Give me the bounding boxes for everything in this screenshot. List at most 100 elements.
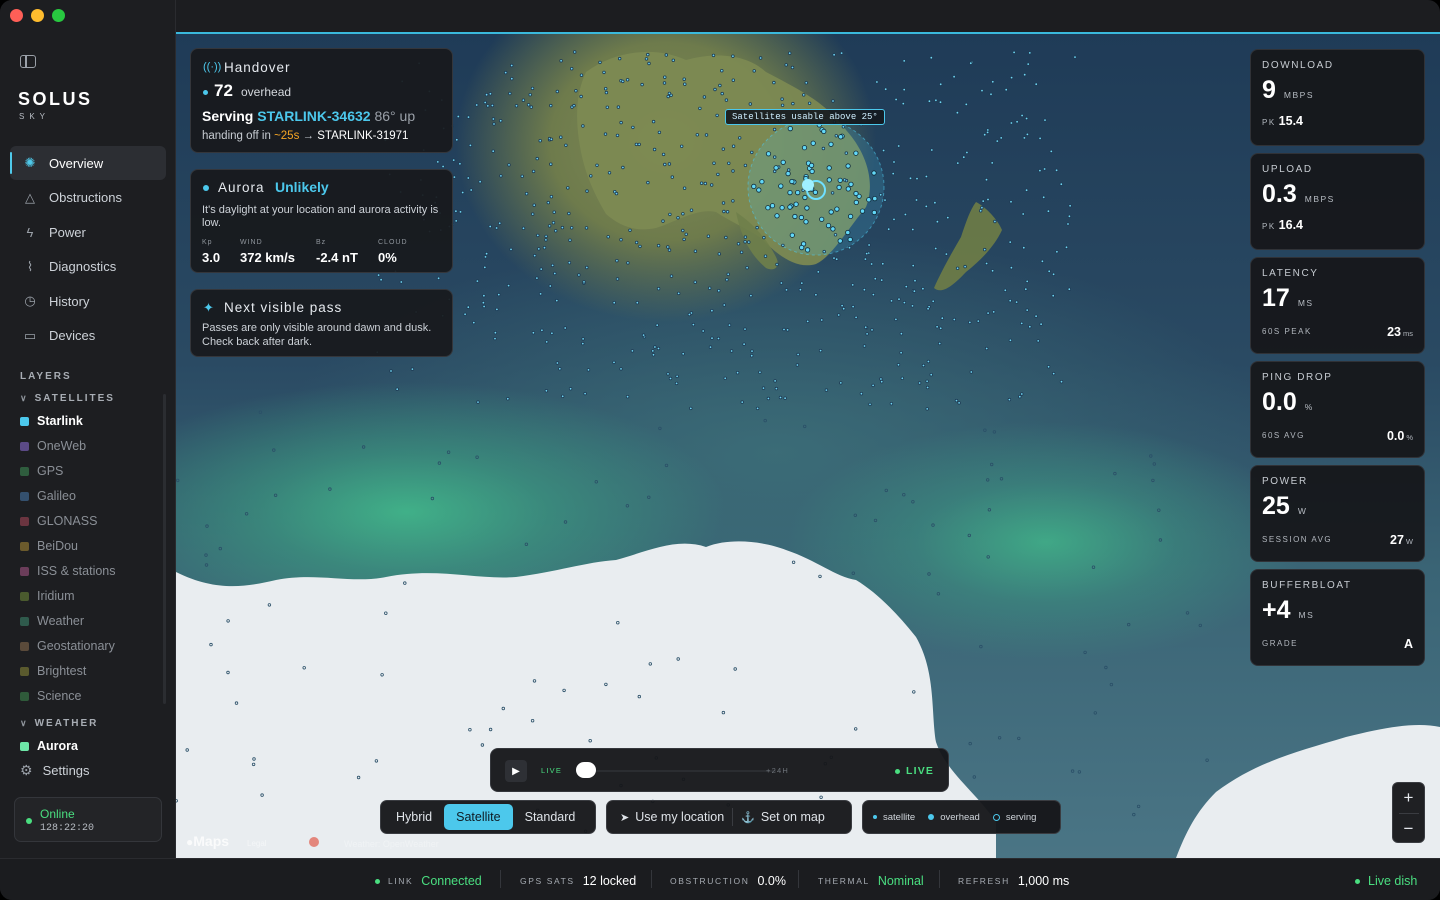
live-button[interactable]: LIVE bbox=[906, 765, 934, 777]
nav-item-obstructions[interactable]: △ Obstructions bbox=[10, 181, 166, 215]
satellite-dot bbox=[839, 51, 844, 55]
map-type-standard[interactable]: Standard bbox=[513, 804, 588, 830]
live-dish-status[interactable]: Live dish bbox=[1355, 874, 1417, 888]
use-my-location-button[interactable]: ➤ Use my location bbox=[610, 804, 732, 830]
timeline-track[interactable] bbox=[576, 770, 776, 772]
layer-starlink[interactable]: Starlink bbox=[20, 414, 83, 428]
satellite-dot bbox=[802, 93, 806, 97]
nav-item-devices[interactable]: ▭ Devices bbox=[10, 319, 166, 353]
satellite-dot bbox=[756, 187, 762, 193]
nav-item-power[interactable]: ϟ Power bbox=[10, 215, 166, 249]
satellite-dot bbox=[647, 61, 651, 66]
zoom-out-button[interactable]: − bbox=[1393, 814, 1424, 844]
serving-satellite[interactable]: STARLINK-34632 bbox=[257, 108, 370, 124]
satellite-dot bbox=[573, 50, 577, 54]
nav-item-diagnostics[interactable]: ⌇ Diagnostics bbox=[10, 250, 166, 284]
layer-weather[interactable]: Weather bbox=[20, 614, 84, 628]
satellite-dot bbox=[1136, 804, 1141, 809]
nav-item-overview[interactable]: ✺ Overview bbox=[10, 146, 166, 180]
settings-button[interactable]: ⚙ Settings bbox=[20, 762, 90, 779]
layer-geostationary[interactable]: Geostationary bbox=[20, 639, 115, 653]
satellite-dot bbox=[972, 775, 976, 779]
metric-card-download[interactable]: DOWNLOAD 9 MBPS PK 15.4 bbox=[1250, 49, 1425, 146]
aurora-stat-key: Kp bbox=[202, 239, 213, 246]
satellite-dot bbox=[652, 147, 657, 152]
satellite-dot bbox=[851, 571, 855, 575]
metric-value: 25 W bbox=[1262, 492, 1307, 521]
satellite-dot bbox=[616, 105, 621, 109]
nav-item-label: History bbox=[49, 293, 90, 309]
layer-oneweb[interactable]: OneWeb bbox=[20, 439, 86, 453]
divider bbox=[798, 870, 799, 888]
satellite-dot bbox=[1049, 149, 1053, 154]
satellite-dot bbox=[666, 245, 670, 249]
satellite-dot bbox=[938, 100, 943, 104]
satellite-dot bbox=[540, 328, 544, 332]
nav-item-history[interactable]: ◷ History bbox=[10, 284, 166, 318]
status-bar: LINK Connected GPS SATS 12 locked OBSTRU… bbox=[0, 858, 1440, 900]
satellite-dot bbox=[1025, 279, 1029, 284]
satellite-dot bbox=[837, 313, 841, 317]
layer-swatch bbox=[20, 516, 29, 526]
handover-title: Handover bbox=[224, 60, 291, 75]
metric-card-power[interactable]: POWER 25 W SESSION AVG 27 W bbox=[1250, 465, 1425, 562]
metric-card-ping-drop[interactable]: PING DROP 0.0% 60S AVG 0.0% bbox=[1250, 361, 1425, 458]
satellite-dot bbox=[838, 134, 844, 140]
satellite-dot bbox=[783, 396, 787, 400]
satellite-dot bbox=[272, 448, 276, 452]
weather-group-toggle[interactable]: ∨ WEATHER bbox=[20, 718, 98, 729]
zoom-in-button[interactable]: + bbox=[1393, 783, 1424, 813]
satellite-dot bbox=[563, 326, 567, 330]
satellite-dot bbox=[499, 119, 503, 123]
layers-scrollbar[interactable] bbox=[163, 394, 166, 704]
layer-beidou[interactable]: BeiDou bbox=[20, 539, 78, 553]
layer-gps[interactable]: GPS bbox=[20, 464, 63, 478]
layer-science[interactable]: Science bbox=[20, 689, 81, 703]
satellite-dot bbox=[991, 80, 995, 84]
legend-serving-swatch bbox=[992, 813, 1000, 821]
satellite-dot bbox=[981, 199, 985, 203]
play-button[interactable]: ▶ bbox=[505, 760, 527, 782]
metric-card-upload[interactable]: UPLOAD 0.3 MBPS PK 16.4 bbox=[1250, 153, 1425, 250]
satellite-dot bbox=[836, 184, 842, 190]
satellite-dot bbox=[663, 162, 667, 167]
divider bbox=[651, 870, 652, 888]
triangle-icon: △ bbox=[25, 189, 35, 205]
sidebar-toggle-icon[interactable] bbox=[20, 55, 36, 68]
set-on-map-button[interactable]: ⚓ Set on map bbox=[733, 804, 833, 830]
minimize-window-button[interactable] bbox=[31, 9, 44, 22]
satellite-dot bbox=[782, 327, 786, 332]
satellite-dot bbox=[585, 189, 589, 193]
timeline-scrubber[interactable]: ▶ LIVE +24H LIVE bbox=[490, 748, 949, 792]
legal-link[interactable]: Legal bbox=[247, 839, 267, 848]
satellite-dot bbox=[612, 301, 616, 305]
satellite-dot bbox=[796, 352, 800, 357]
satellite-dot bbox=[727, 161, 731, 165]
zoom-window-button[interactable] bbox=[52, 9, 65, 22]
satellite-dot bbox=[763, 418, 767, 423]
satellites-group-toggle[interactable]: ∨ SATELLITES bbox=[20, 393, 115, 404]
satellite-dot bbox=[530, 86, 535, 91]
metric-card-latency[interactable]: LATENCY 17 MS 60S PEAK 23 ms bbox=[1250, 257, 1425, 354]
satellite-dot bbox=[766, 396, 771, 401]
layer-brightest[interactable]: Brightest bbox=[20, 664, 86, 678]
metric-card-bufferbloat[interactable]: BUFFERBLOAT +4 MS GRADE A bbox=[1250, 569, 1425, 666]
handoff-satellite[interactable]: STARLINK-31971 bbox=[317, 130, 408, 142]
satellite-dot bbox=[1012, 50, 1016, 55]
layer-aurora[interactable]: Aurora bbox=[20, 739, 78, 753]
close-window-button[interactable] bbox=[10, 9, 23, 22]
layer-iss-stations[interactable]: ISS & stations bbox=[20, 564, 116, 578]
aurora-dot bbox=[203, 185, 209, 191]
satellite-dot bbox=[798, 214, 805, 221]
layer-iridium[interactable]: Iridium bbox=[20, 589, 75, 603]
metric-sub-value: 15.4 bbox=[1278, 114, 1304, 128]
map-type-satellite[interactable]: Satellite bbox=[444, 804, 513, 830]
timeline-thumb[interactable] bbox=[576, 762, 596, 778]
map-type-hybrid[interactable]: Hybrid bbox=[384, 804, 444, 830]
satellite-dot bbox=[621, 79, 625, 84]
satellite-dot bbox=[985, 346, 989, 351]
layer-glonass[interactable]: GLONASS bbox=[20, 514, 97, 528]
divider bbox=[500, 870, 501, 888]
layer-galileo[interactable]: Galileo bbox=[20, 489, 76, 503]
satellite-dot bbox=[897, 297, 901, 301]
